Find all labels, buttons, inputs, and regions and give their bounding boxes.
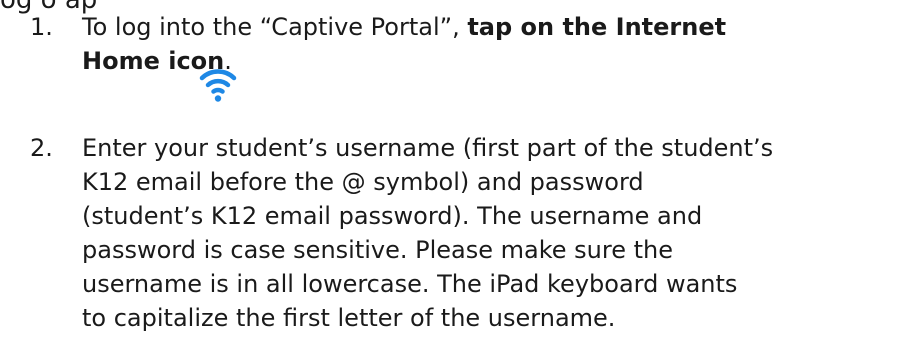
step-2-line: username is in all lowercase. The iPad k…: [82, 270, 738, 298]
step-2-line: to capitalize the first letter of the us…: [82, 304, 616, 332]
wifi-icon: [196, 64, 240, 104]
step-1-line-1: To log into the “Captive Portal”, tap on…: [82, 10, 726, 44]
step-2-line: (student’s K12 email password). The user…: [82, 202, 703, 230]
step-1-line-2: Home icon.: [82, 44, 726, 78]
step-1-emphasis: tap on the Internet: [467, 13, 727, 41]
step-2-line: K12 email before the @ symbol) and passw…: [82, 168, 644, 196]
step-2-line: Enter your student’s username (first par…: [82, 134, 774, 162]
step-2-line: password is case sensitive. Please make …: [82, 236, 673, 264]
step-1-text: To log into the “Captive Portal”,: [82, 13, 468, 41]
step-number: 2.: [30, 134, 53, 162]
step-number: 1.: [30, 13, 53, 41]
